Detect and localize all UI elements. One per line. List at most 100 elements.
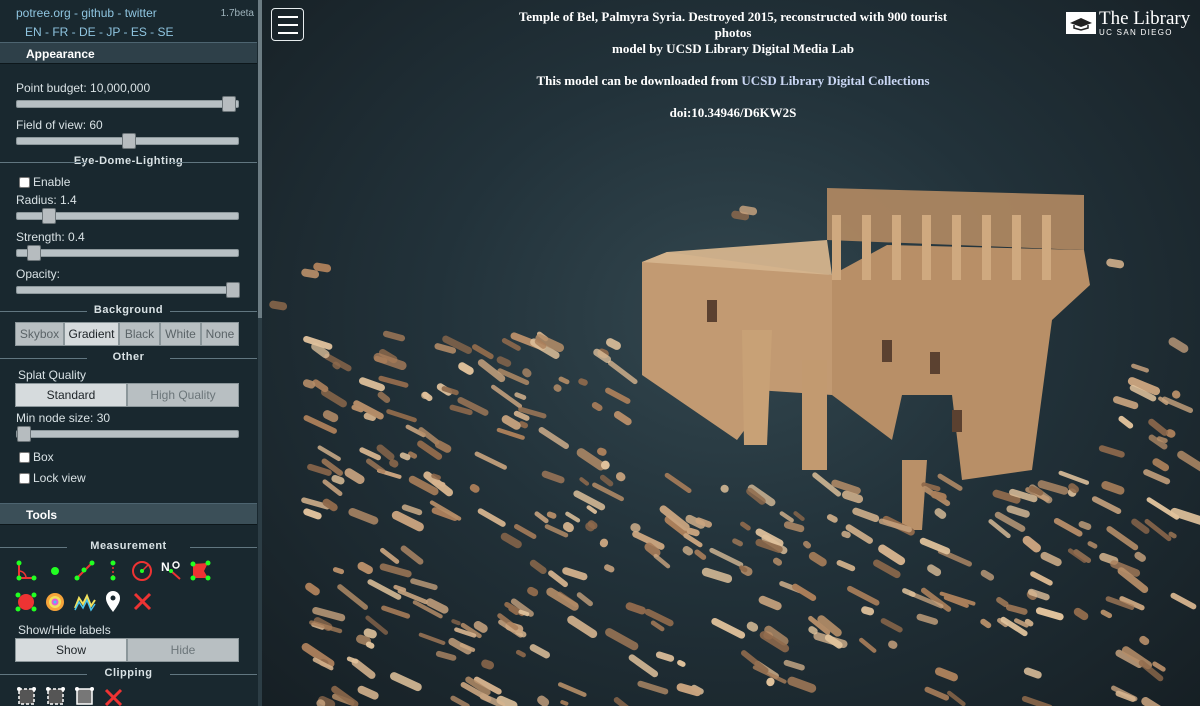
menu-toggle-button[interactable] (271, 8, 304, 41)
box-checkbox[interactable] (19, 451, 30, 463)
appearance-header[interactable]: Appearance (0, 42, 257, 64)
profile-icon[interactable] (73, 590, 96, 613)
edl-radius-slider[interactable] (16, 208, 239, 224)
area-icon[interactable] (189, 559, 212, 582)
lang-se[interactable]: SE (158, 25, 174, 39)
slider-handle[interactable] (17, 426, 31, 442)
annotation-icon[interactable] (102, 590, 125, 613)
clip-polygon-icon[interactable] (44, 684, 67, 706)
point-cluster (301, 642, 335, 668)
point-cluster (919, 537, 951, 555)
clip-volume-icon[interactable] (15, 684, 38, 706)
link-separator: - (114, 6, 125, 20)
point-cluster (317, 445, 341, 462)
lock-view-row[interactable]: Lock view (19, 471, 86, 485)
point-cluster (379, 563, 412, 578)
potree-link[interactable]: potree.org (16, 6, 71, 20)
point-cluster (792, 583, 817, 602)
min-node-size-slider[interactable] (16, 426, 239, 442)
box-row[interactable]: Box (19, 450, 54, 464)
point-cluster (1112, 396, 1139, 410)
point-icon[interactable] (44, 559, 67, 582)
background-section-title: Background (0, 304, 257, 318)
height-icon[interactable] (102, 559, 125, 582)
language-selector: EN - FR - DE - JP - ES - SE (25, 25, 174, 39)
github-link[interactable]: github (81, 6, 114, 20)
point-cluster (534, 511, 549, 524)
potree-render-area[interactable]: Temple of Bel, Palmyra Syria. Destroyed … (262, 0, 1200, 706)
hamburger-line (277, 23, 298, 26)
bg-black-button[interactable]: Black (119, 322, 160, 346)
point-budget-slider[interactable] (16, 96, 239, 112)
point-cluster (599, 474, 614, 487)
show-labels-button[interactable]: Show (15, 638, 127, 662)
ucsd-library-logo[interactable]: The Library UC SAN DIEGO (1066, 8, 1194, 38)
slider-handle[interactable] (226, 282, 240, 298)
sphere-volume-icon[interactable] (44, 590, 67, 613)
temple-structure (1012, 215, 1021, 280)
distance-icon[interactable] (73, 559, 96, 582)
lang-en[interactable]: EN (25, 25, 42, 39)
point-cluster (597, 447, 607, 456)
point-cluster (469, 484, 480, 493)
angle-icon[interactable] (15, 559, 38, 582)
edl-enable-checkbox[interactable] (19, 176, 30, 188)
point-cluster (332, 567, 345, 575)
slider-handle[interactable] (221, 96, 236, 112)
point-cluster (630, 523, 641, 533)
point-cluster (1053, 517, 1083, 537)
lock-view-checkbox[interactable] (19, 472, 30, 484)
azimuth-icon[interactable]: N (160, 559, 183, 582)
point-cluster (366, 458, 386, 474)
bg-gradient-button[interactable]: Gradient (64, 322, 119, 346)
hide-labels-button[interactable]: Hide (127, 638, 239, 662)
lang-es[interactable]: ES (131, 25, 147, 39)
clip-screen-box-icon[interactable] (73, 684, 96, 706)
point-cluster (655, 651, 675, 662)
point-cluster (457, 397, 489, 416)
other-section-title: Other (0, 351, 257, 365)
lang-de[interactable]: DE (79, 25, 96, 39)
remove-clipping-icon[interactable] (102, 684, 125, 706)
point-cluster (1100, 609, 1113, 619)
point-cluster (422, 391, 433, 402)
edl-enable-row[interactable]: Enable (19, 175, 70, 189)
bg-skybox-button[interactable]: Skybox (15, 322, 64, 346)
lang-fr[interactable]: FR (52, 25, 68, 39)
point-cluster (1118, 415, 1134, 429)
tools-header[interactable]: Tools (0, 503, 257, 525)
remove-measurements-icon[interactable] (131, 590, 154, 613)
circle-icon[interactable] (131, 559, 154, 582)
point-cluster (927, 564, 942, 577)
lang-jp[interactable]: JP (106, 25, 120, 39)
splat-standard-button[interactable]: Standard (15, 383, 127, 407)
bg-white-button[interactable]: White (160, 322, 201, 346)
point-cluster (377, 391, 391, 403)
edl-strength-slider[interactable] (16, 245, 239, 261)
edl-enable-label: Enable (33, 175, 71, 189)
point-budget-label: Point budget: 10,000,000 (16, 81, 151, 95)
point-cluster (1022, 535, 1041, 553)
bg-none-button[interactable]: None (201, 322, 239, 346)
point-cluster (773, 557, 783, 566)
point-cluster (902, 588, 916, 598)
point-cluster (711, 617, 746, 639)
edl-opacity-label: Opacity: (16, 267, 61, 281)
slider-handle[interactable] (42, 208, 57, 224)
ucsd-collections-link[interactable]: UCSD Library Digital Collections (741, 73, 929, 88)
twitter-link[interactable]: twitter (125, 6, 157, 20)
slider-handle[interactable] (121, 133, 136, 149)
point-cluster (937, 473, 963, 491)
edl-opacity-slider[interactable] (16, 282, 240, 298)
temple-structure (952, 215, 961, 280)
point-cluster (859, 637, 877, 653)
slider-handle[interactable] (27, 245, 42, 261)
point-cluster (1170, 592, 1197, 610)
splat-high-quality-button[interactable]: High Quality (127, 383, 239, 407)
volume-icon[interactable] (15, 590, 38, 613)
point-cluster (474, 451, 507, 470)
point-cluster (746, 621, 759, 632)
fov-slider[interactable] (16, 133, 239, 149)
point-cluster (382, 330, 406, 342)
sidebar: potree.org - github - twitter 1.7beta EN… (0, 0, 262, 706)
